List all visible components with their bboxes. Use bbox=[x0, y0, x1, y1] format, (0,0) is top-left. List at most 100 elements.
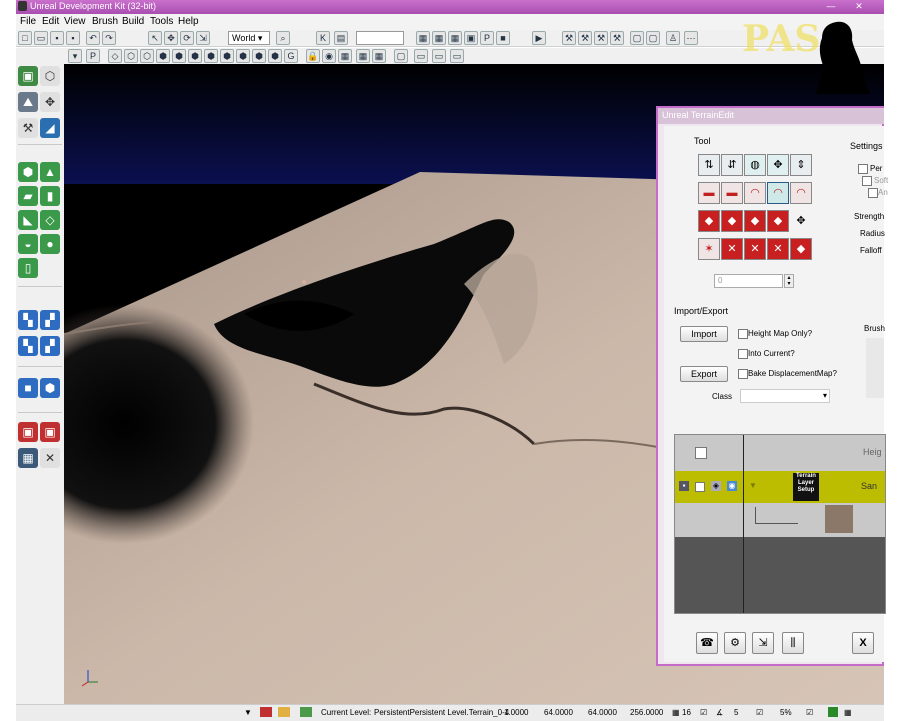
fracture-icon[interactable]: ◢ bbox=[40, 118, 60, 138]
select-icon[interactable]: ↖ bbox=[148, 31, 162, 45]
viewport-a-icon[interactable]: ▭ bbox=[414, 49, 428, 63]
flatten-tool-icon[interactable]: ✥ bbox=[767, 154, 789, 176]
status-dropdown-arrow[interactable]: ▼ bbox=[244, 708, 252, 717]
class-dropdown[interactable]: ▾ bbox=[740, 389, 830, 403]
collision-icon[interactable]: ⬢ bbox=[268, 49, 282, 63]
spiral-stair-icon[interactable]: ◒ bbox=[18, 234, 38, 254]
curved-stair-icon[interactable]: ◣ bbox=[18, 210, 38, 230]
search-field[interactable] bbox=[356, 31, 404, 45]
close-dialog-button[interactable]: X bbox=[852, 632, 874, 654]
bake-displacement-checkbox[interactable] bbox=[738, 369, 748, 379]
into-current-checkbox[interactable] bbox=[738, 349, 748, 359]
content-browser-icon[interactable]: ▤ bbox=[334, 31, 348, 45]
layer-visible-icon[interactable]: ▪ bbox=[679, 481, 689, 491]
paint-tool-icon[interactable]: ⇅ bbox=[698, 154, 720, 176]
lightmap-density-icon[interactable]: ⬢ bbox=[236, 49, 250, 63]
layer-add-icon[interactable]: ☎ bbox=[696, 632, 718, 654]
add-special-icon[interactable]: ⬢ bbox=[40, 378, 60, 398]
vertex-edit-icon[interactable]: ◆ bbox=[698, 210, 720, 232]
tessellate-icon[interactable]: ◆ bbox=[721, 210, 743, 232]
erosion-tool-icon[interactable]: ▬ bbox=[698, 182, 720, 204]
linear-stair-icon[interactable]: ▰ bbox=[18, 186, 38, 206]
kismet-icon[interactable]: K bbox=[316, 31, 330, 45]
find-icon[interactable]: ⌕ bbox=[276, 31, 290, 45]
rotate-icon[interactable]: ⟳ bbox=[180, 31, 194, 45]
plane-brush-icon[interactable]: ◇ bbox=[40, 210, 60, 230]
drag-grid-icon[interactable]: ▦ bbox=[844, 708, 852, 717]
realtime-icon[interactable]: ◉ bbox=[322, 49, 336, 63]
save-icon[interactable]: ▪ bbox=[50, 31, 64, 45]
layer-checkbox[interactable] bbox=[695, 482, 705, 492]
stop-icon[interactable]: ■ bbox=[496, 31, 510, 45]
folder-icon[interactable] bbox=[278, 707, 290, 717]
visibility-tool-icon[interactable]: ▬ bbox=[721, 182, 743, 204]
show-selected-icon[interactable]: ▣ bbox=[18, 422, 38, 442]
split-x-icon[interactable]: ◆ bbox=[744, 210, 766, 232]
user-icon[interactable]: ♙ bbox=[666, 31, 680, 45]
viewport-b-icon[interactable]: ▭ bbox=[432, 49, 446, 63]
menu-edit[interactable]: Edit bbox=[42, 16, 59, 27]
wireframe-icon[interactable]: ◇ bbox=[108, 49, 122, 63]
build-geometry-icon[interactable]: ▦ bbox=[416, 31, 430, 45]
export-button[interactable]: Export bbox=[680, 366, 728, 382]
csg-add-icon[interactable]: ▚ bbox=[18, 310, 38, 330]
layer-expand-icon[interactable]: ▼ bbox=[749, 481, 757, 490]
tool-c-icon[interactable]: ⚒ bbox=[594, 31, 608, 45]
unlit-icon[interactable]: ⬡ bbox=[140, 49, 154, 63]
level-icon[interactable] bbox=[260, 707, 272, 717]
rotation-snap-value[interactable]: 5 bbox=[734, 708, 738, 717]
texture-align-icon[interactable]: ✥ bbox=[40, 92, 60, 112]
selected-tool-icon[interactable]: ◠ bbox=[767, 182, 789, 204]
layer-export-icon[interactable]: ⫼ bbox=[782, 632, 804, 654]
build-lighting-icon[interactable]: ▦ bbox=[432, 31, 446, 45]
undo-icon[interactable]: ↶ bbox=[86, 31, 100, 45]
play-in-editor-icon[interactable]: ▶ bbox=[532, 31, 546, 45]
brush-wire-icon[interactable]: ⬡ bbox=[124, 49, 138, 63]
layer-import-icon[interactable]: ⇲ bbox=[752, 632, 774, 654]
sheet-brush-icon[interactable]: ▯ bbox=[18, 258, 38, 278]
viewport-menu-icon[interactable]: ▾ bbox=[68, 49, 82, 63]
lighting-only-icon[interactable]: ⬢ bbox=[172, 49, 186, 63]
cinematic-icon[interactable]: ▦ bbox=[356, 49, 370, 63]
camera-mode-icon[interactable]: ▣ bbox=[18, 66, 38, 86]
average-tool-icon[interactable]: ◍ bbox=[744, 154, 766, 176]
noise-tool-icon[interactable]: ⇕ bbox=[790, 154, 812, 176]
scale-icon[interactable]: ⇲ bbox=[196, 31, 210, 45]
tool-a-icon[interactable]: ⚒ bbox=[562, 31, 576, 45]
layer-setup-icon[interactable]: ◉ bbox=[727, 481, 737, 491]
soft-select-checkbox[interactable] bbox=[862, 176, 872, 186]
constrained-checkbox[interactable] bbox=[868, 188, 878, 198]
tool-value-field[interactable]: 0 bbox=[714, 274, 783, 288]
layer-row[interactable]: ▪ ◈ ◉ ▼ Terrain Layer Setup San bbox=[675, 471, 885, 503]
more-icon[interactable]: ⋯ bbox=[684, 31, 698, 45]
tool-d-icon[interactable]: ⚒ bbox=[610, 31, 624, 45]
rotation-snap-icon[interactable]: ∡ bbox=[716, 708, 723, 717]
csg-subtract-icon[interactable]: ▞ bbox=[40, 310, 60, 330]
hide-selected-icon[interactable]: ▣ bbox=[40, 422, 60, 442]
lock-move-icon[interactable]: ✥ bbox=[790, 210, 812, 232]
scale-snap-value[interactable]: 5% bbox=[780, 708, 792, 717]
coord-system-dropdown[interactable]: World ▾ bbox=[228, 31, 270, 45]
autosave-icon[interactable] bbox=[828, 707, 838, 717]
geometry-mode-icon[interactable]: ⬡ bbox=[40, 66, 60, 86]
matinee-icon[interactable]: ▦ bbox=[372, 49, 386, 63]
stream-icon[interactable]: ▦ bbox=[338, 49, 352, 63]
perspective-icon[interactable]: P bbox=[86, 49, 100, 63]
texture-density-icon[interactable]: ⬢ bbox=[204, 49, 218, 63]
new-icon[interactable]: □ bbox=[18, 31, 32, 45]
light-complexity-icon[interactable]: ⬢ bbox=[188, 49, 202, 63]
texture-rotate-icon[interactable]: ✕ bbox=[721, 238, 743, 260]
tool-b-icon[interactable]: ⚒ bbox=[578, 31, 592, 45]
build-paths-icon[interactable]: ▦ bbox=[448, 31, 462, 45]
scale-checkbox[interactable]: ☑ bbox=[806, 708, 813, 717]
cube-brush-icon[interactable]: ⬢ bbox=[18, 162, 38, 182]
split-y-icon[interactable]: ◆ bbox=[767, 210, 789, 232]
mesh-paint-icon[interactable]: ⚒ bbox=[18, 118, 38, 138]
menu-file[interactable]: File bbox=[20, 16, 36, 27]
menu-brush[interactable]: Brush bbox=[92, 16, 118, 27]
per-tool-checkbox[interactable] bbox=[858, 164, 868, 174]
add-volume-icon[interactable]: ■ bbox=[18, 378, 38, 398]
csg-intersect-icon[interactable]: ▚ bbox=[18, 336, 38, 356]
save-all-icon[interactable]: ▪ bbox=[66, 31, 80, 45]
open-icon[interactable]: ▭ bbox=[34, 31, 48, 45]
